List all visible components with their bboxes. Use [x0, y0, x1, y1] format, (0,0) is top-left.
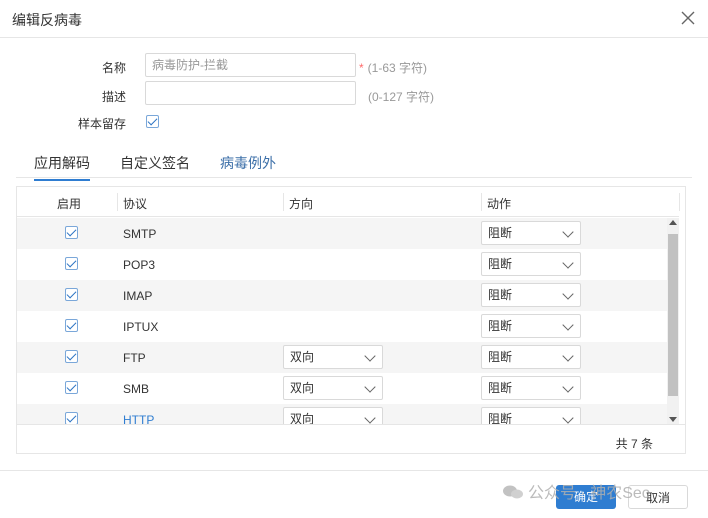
required-mark: *: [359, 61, 364, 75]
enable-checkbox[interactable]: [65, 257, 78, 270]
action-select[interactable]: 阻断: [481, 345, 581, 369]
table-footer: 共 7 条: [17, 424, 685, 454]
table-body: SMTP 阻断 POP3 阻断 IMAP 阻断 IPTUX 阻断 FTP 双向 …: [17, 218, 667, 424]
enable-checkbox[interactable]: [65, 226, 78, 239]
column-divider: [117, 193, 118, 211]
protocol-name[interactable]: HTTP: [123, 413, 154, 424]
desc-hint: (0-127 字符): [368, 90, 435, 104]
action-select[interactable]: 阻断: [481, 376, 581, 400]
desc-label: 描述: [101, 90, 126, 104]
table-scrollbar[interactable]: [667, 218, 679, 424]
table-row: HTTP 双向 阻断: [17, 404, 667, 424]
protocol-name: SMTP: [123, 227, 157, 241]
chevron-down-icon: [562, 226, 574, 238]
table-header: 启用 协议 方向 动作: [17, 187, 680, 217]
protocol-name: IMAP: [123, 289, 153, 303]
header-action: 动作: [487, 197, 512, 211]
chevron-down-icon: [562, 257, 574, 269]
header-protocol: 协议: [123, 197, 148, 211]
watermark: 公众号 · 神农Sec: [502, 479, 650, 503]
action-select[interactable]: 阻断: [481, 252, 581, 276]
chevron-down-icon: [364, 381, 376, 393]
desc-input[interactable]: [145, 81, 356, 105]
chevron-down-icon: [364, 412, 376, 424]
direction-select[interactable]: 双向: [283, 345, 383, 369]
column-divider: [679, 193, 680, 211]
column-divider: [283, 193, 284, 211]
table-row: POP3 阻断: [17, 249, 667, 280]
header-enable: 启用: [57, 197, 82, 211]
table-row: SMB 双向 阻断: [17, 373, 667, 404]
name-hint: * (1-63 字符): [359, 61, 428, 75]
enable-checkbox[interactable]: [65, 381, 78, 394]
tab-virus-exception[interactable]: 病毒例外: [220, 153, 276, 179]
action-select[interactable]: 阻断: [481, 221, 581, 245]
table-row: SMTP 阻断: [17, 218, 667, 249]
table-row: FTP 双向 阻断: [17, 342, 667, 373]
action-select[interactable]: 阻断: [481, 283, 581, 307]
scroll-thumb[interactable]: [668, 234, 678, 396]
chevron-down-icon: [562, 350, 574, 362]
name-input[interactable]: 病毒防护-拦截: [145, 53, 356, 77]
protocol-name: FTP: [123, 351, 146, 365]
direction-select[interactable]: 双向: [283, 407, 383, 424]
dialog-titlebar: 编辑反病毒: [0, 0, 708, 38]
enable-checkbox[interactable]: [65, 412, 78, 424]
wechat-icon: [503, 485, 523, 499]
close-icon[interactable]: [680, 10, 696, 26]
total-count: 共 7 条: [615, 437, 653, 451]
sample-retention-label: 样本留存: [77, 117, 126, 131]
chevron-down-icon: [562, 288, 574, 300]
protocol-name: IPTUX: [123, 320, 159, 334]
protocol-table: 启用 协议 方向 动作 SMTP 阻断 POP3 阻断 IMAP 阻断 IPTU…: [16, 186, 686, 454]
table-row: IMAP 阻断: [17, 280, 667, 311]
table-row: IPTUX 阻断: [17, 311, 667, 342]
dialog-title: 编辑反病毒: [12, 12, 82, 28]
enable-checkbox[interactable]: [65, 350, 78, 363]
protocol-name: SMB: [123, 382, 150, 396]
column-divider: [481, 193, 482, 211]
name-label: 名称: [101, 61, 126, 75]
enable-checkbox[interactable]: [65, 288, 78, 301]
chevron-down-icon: [364, 350, 376, 362]
scroll-down-icon[interactable]: [669, 417, 677, 422]
tab-bar: 应用解码 自定义签名 病毒例外: [16, 150, 692, 181]
protocol-name: POP3: [123, 258, 156, 272]
tab-app-decoding[interactable]: 应用解码: [34, 153, 90, 181]
edit-antivirus-dialog: 编辑反病毒 名称 病毒防护-拦截 * (1-63 字符) 描述 (0-127 字符…: [0, 0, 708, 518]
tab-custom-signature[interactable]: 自定义签名: [120, 153, 190, 179]
chevron-down-icon: [562, 319, 574, 331]
action-select[interactable]: 阻断: [481, 314, 581, 338]
direction-select[interactable]: 双向: [283, 376, 383, 400]
chevron-down-icon: [562, 381, 574, 393]
action-select[interactable]: 阻断: [481, 407, 581, 424]
chevron-down-icon: [562, 412, 574, 424]
header-direction: 方向: [289, 197, 314, 211]
enable-checkbox[interactable]: [65, 319, 78, 332]
scroll-up-icon[interactable]: [669, 220, 677, 225]
sample-retention-checkbox[interactable]: [146, 115, 159, 128]
